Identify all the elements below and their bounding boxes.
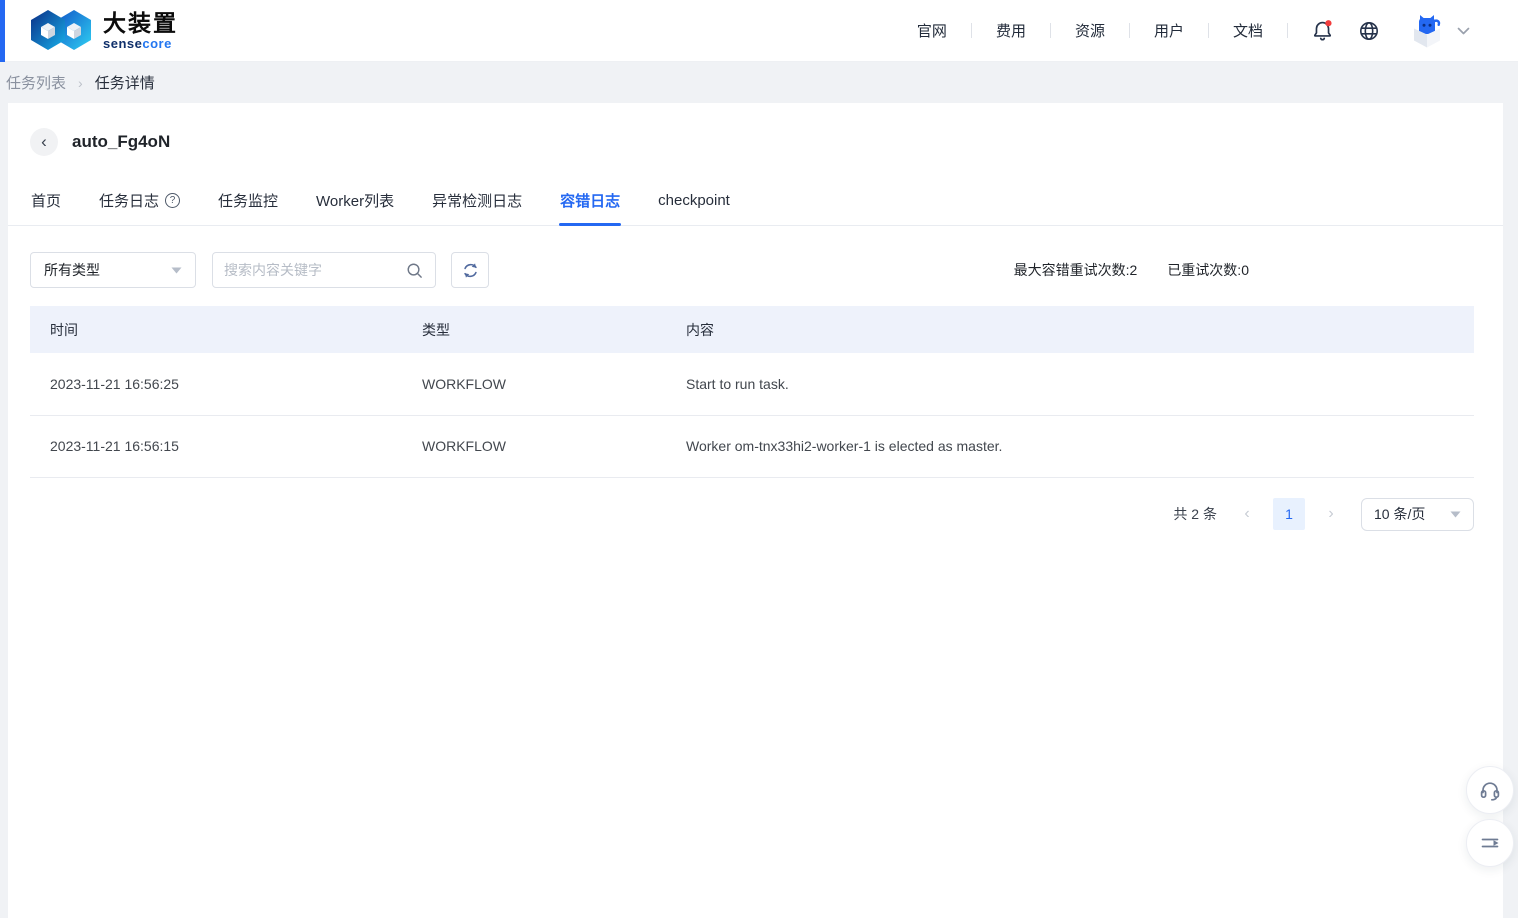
cell-content: Worker om-tnx33hi2-worker-1 is elected a… bbox=[666, 415, 1474, 478]
user-menu[interactable] bbox=[1407, 11, 1470, 51]
pagination: 共 2 条 ‹ 1 › 10 条/页 bbox=[30, 497, 1474, 531]
cell-time: 2023-11-21 16:56:25 bbox=[30, 353, 402, 416]
breadcrumb-separator: › bbox=[78, 74, 83, 91]
nav-item-resources[interactable]: 资源 bbox=[1051, 20, 1129, 41]
max-retry-count: 最大容错重试次数:2 bbox=[1013, 262, 1138, 278]
nav-item-billing[interactable]: 费用 bbox=[972, 20, 1050, 41]
cell-type: WORKFLOW bbox=[402, 353, 666, 416]
chevron-down-icon bbox=[1457, 27, 1470, 35]
avatar bbox=[1407, 11, 1447, 51]
breadcrumb-task-detail: 任务详情 bbox=[94, 75, 155, 92]
collapse-panel-button[interactable] bbox=[1466, 819, 1514, 867]
task-detail-card: ‹ auto_Fg4oN 首页 任务日志? 任务监控 Worker列表 异常检测… bbox=[8, 103, 1503, 918]
headset-icon bbox=[1478, 778, 1502, 802]
top-nav: 官网 费用 资源 用户 文档 bbox=[893, 11, 1518, 51]
tab-task-log[interactable]: 任务日志? bbox=[98, 185, 181, 225]
retry-stats: 最大容错重试次数:2 已重试次数:0 bbox=[1014, 260, 1249, 280]
log-table-wrap: 时间 类型 内容 2023-11-21 16:56:25 WORKFLOW St… bbox=[30, 306, 1474, 478]
retried-count: 已重试次数:0 bbox=[1167, 262, 1249, 278]
nav-item-website[interactable]: 官网 bbox=[893, 20, 971, 41]
brand-name: 大装置 bbox=[103, 9, 178, 36]
table-row: 2023-11-21 16:56:15 WORKFLOW Worker om-t… bbox=[30, 415, 1474, 478]
next-page-button[interactable]: › bbox=[1319, 498, 1343, 530]
total-count: 共 2 条 bbox=[1173, 506, 1217, 522]
tab-worker-list[interactable]: Worker列表 bbox=[315, 185, 395, 225]
search-box bbox=[212, 252, 436, 288]
search-input[interactable] bbox=[224, 262, 405, 278]
column-header-content: 内容 bbox=[666, 306, 1474, 353]
brand-accent-bar bbox=[0, 0, 5, 62]
sensecore-logo-icon bbox=[30, 8, 92, 54]
tab-checkpoint[interactable]: checkpoint bbox=[657, 185, 731, 225]
type-filter-select[interactable]: 所有类型 bbox=[30, 252, 196, 288]
nav-divider bbox=[1287, 23, 1288, 38]
support-button[interactable] bbox=[1466, 766, 1514, 814]
tab-task-monitor[interactable]: 任务监控 bbox=[217, 185, 279, 225]
page-1-button[interactable]: 1 bbox=[1273, 498, 1305, 530]
page-size-value: 10 条/页 bbox=[1374, 506, 1426, 522]
tab-anomaly-detection-log[interactable]: 异常检测日志 bbox=[431, 185, 523, 225]
cell-content: Start to run task. bbox=[666, 353, 1474, 416]
title-row: ‹ auto_Fg4oN bbox=[8, 103, 1503, 156]
refresh-icon bbox=[460, 260, 481, 281]
column-header-type: 类型 bbox=[402, 306, 666, 353]
help-icon[interactable]: ? bbox=[165, 193, 181, 208]
page-title: auto_Fg4oN bbox=[72, 132, 171, 151]
column-header-time: 时间 bbox=[30, 306, 402, 353]
chevron-down-icon bbox=[171, 267, 182, 274]
tab-bar: 首页 任务日志? 任务监控 Worker列表 异常检测日志 容错日志 check… bbox=[8, 185, 1503, 226]
log-table: 时间 类型 内容 2023-11-21 16:56:25 WORKFLOW St… bbox=[30, 306, 1474, 478]
app-header: 大装置 sensecore 官网 费用 资源 用户 文档 bbox=[0, 0, 1518, 62]
nav-item-docs[interactable]: 文档 bbox=[1209, 20, 1287, 41]
type-filter-value: 所有类型 bbox=[44, 262, 100, 278]
prev-page-button[interactable]: ‹ bbox=[1235, 498, 1259, 530]
tab-home[interactable]: 首页 bbox=[30, 185, 62, 225]
nav-item-user[interactable]: 用户 bbox=[1130, 20, 1208, 41]
table-header-row: 时间 类型 内容 bbox=[30, 306, 1474, 353]
tab-fault-tolerance-log[interactable]: 容错日志 bbox=[559, 185, 622, 226]
table-row: 2023-11-21 16:56:25 WORKFLOW Start to ru… bbox=[30, 353, 1474, 416]
search-icon[interactable] bbox=[405, 261, 424, 280]
refresh-button[interactable] bbox=[451, 252, 489, 288]
cell-time: 2023-11-21 16:56:15 bbox=[30, 415, 402, 478]
cell-type: WORKFLOW bbox=[402, 415, 666, 478]
page-size-select[interactable]: 10 条/页 bbox=[1361, 497, 1474, 531]
panel-arrow-icon bbox=[1478, 831, 1502, 855]
logo[interactable]: 大装置 sensecore bbox=[30, 8, 178, 54]
notification-bell-icon[interactable] bbox=[1310, 18, 1335, 43]
breadcrumb-task-list[interactable]: 任务列表 bbox=[6, 72, 66, 93]
back-button[interactable]: ‹ bbox=[30, 128, 58, 156]
brand-subtitle: sensecore bbox=[103, 35, 172, 51]
language-globe-icon[interactable] bbox=[1357, 19, 1381, 43]
toolbar: 所有类型 搜索内容关键字 最大容错重试次数:2 已重试次数:0 bbox=[8, 226, 1503, 288]
chevron-down-icon bbox=[1450, 511, 1461, 518]
breadcrumb: 任务列表 › 任务详情 bbox=[0, 62, 1518, 103]
